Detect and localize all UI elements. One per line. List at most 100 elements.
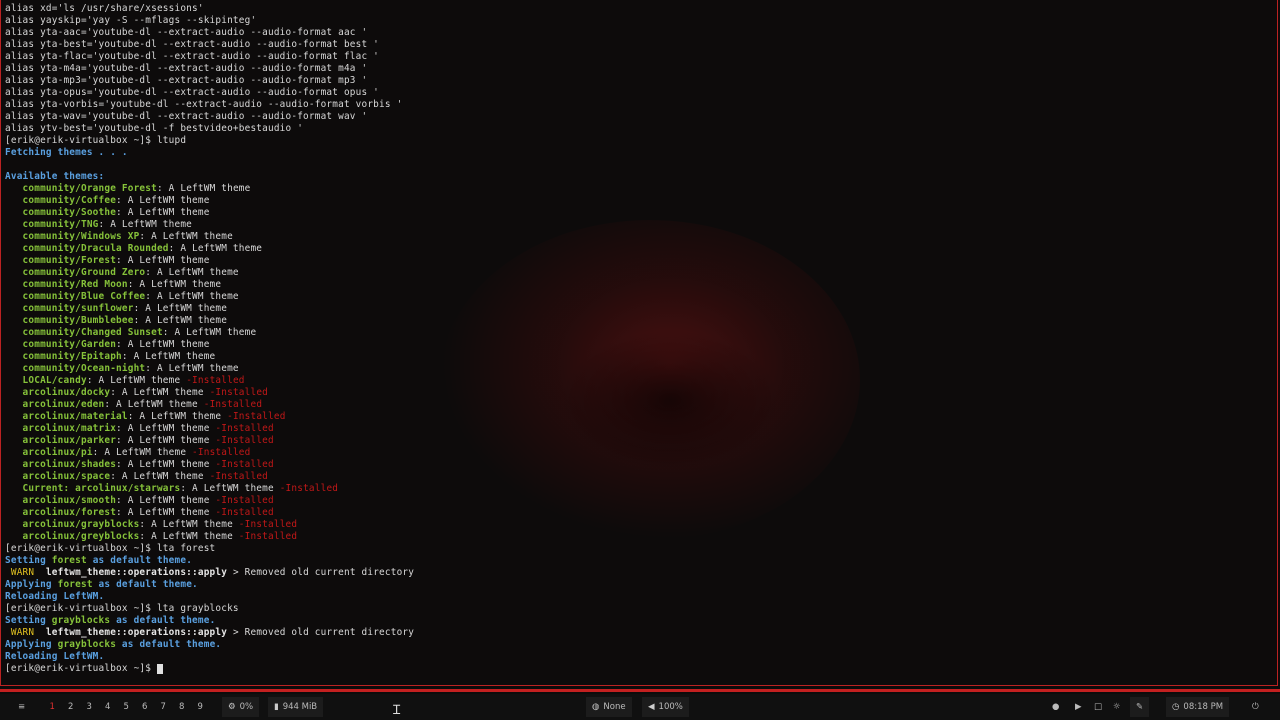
settings-icon[interactable]: ☼ (1113, 694, 1121, 720)
terminal-text: community/Forest (5, 255, 117, 266)
terminal-text: : A LeftWM theme (92, 447, 193, 458)
terminal-text: : A LeftWM theme (116, 423, 216, 434)
cpu-value: 0% (239, 702, 254, 712)
terminal-line: arcolinux/material: A LeftWM theme -Inst… (5, 411, 414, 423)
workspace-6[interactable]: 6 (136, 694, 155, 720)
terminal-text: : A LeftWM theme (162, 327, 257, 338)
terminal-text: community/Blue Coffee (5, 291, 146, 302)
workspace-list: 123456789 (43, 694, 210, 720)
terminal-line: alias yta-m4a='youtube-dl --extract-audi… (5, 63, 414, 75)
workspace-9[interactable]: 9 (191, 694, 210, 720)
terminal-line: community/Dracula Rounded: A LeftWM them… (5, 243, 414, 255)
terminal-line: alias yta-best='youtube-dl --extract-aud… (5, 39, 414, 51)
clock-widget[interactable]: ◷ 08:18 PM (1166, 697, 1230, 717)
terminal-line: community/TNG: A LeftWM theme (5, 219, 414, 231)
terminal-text: alias xd='ls /usr/share/xsessions' (5, 3, 204, 14)
terminal-line: [erik@erik-virtualbox ~]$ lta grayblocks (5, 603, 414, 615)
terminal-text: alias yta-aac='youtube-dl --extract-audi… (5, 27, 368, 38)
terminal-line: community/Ground Zero: A LeftWM theme (5, 267, 414, 279)
terminal-text: : A LeftWM theme (116, 507, 216, 518)
cpu-widget[interactable]: ⚙ 0% (222, 697, 260, 717)
terminal-text: -Installed (215, 507, 274, 518)
play-icon[interactable]: ▶ (1075, 694, 1082, 720)
terminal-text: forest (51, 555, 87, 566)
terminal-text: community/Windows XP (5, 231, 140, 242)
menu-icon[interactable]: ≡ (18, 694, 25, 720)
terminal-text: arcolinux/matrix (5, 423, 117, 434)
network-value: None (603, 702, 626, 712)
terminal-line: community/Coffee: A LeftWM theme (5, 195, 414, 207)
terminal-text: alias yta-best='youtube-dl --extract-aud… (5, 39, 380, 50)
terminal-line: [erik@erik-virtualbox ~]$ (5, 663, 414, 675)
terminal-text: Applying (5, 639, 58, 650)
terminal-line: LOCAL/candy: A LeftWM theme -Installed (5, 375, 414, 387)
terminal-line: community/Forest: A LeftWM theme (5, 255, 414, 267)
terminal-text: alias yta-mp3='youtube-dl --extract-audi… (5, 75, 368, 86)
terminal-text: [erik@erik-virtualbox ~]$ lta grayblocks (5, 603, 239, 614)
workspace-3[interactable]: 3 (80, 694, 99, 720)
terminal-text: community/Dracula Rounded (5, 243, 169, 254)
terminal-line: community/Epitaph: A LeftWM theme (5, 351, 414, 363)
terminal-text: alias yta-wav='youtube-dl --extract-audi… (5, 111, 368, 122)
terminal-text: : A LeftWM theme (116, 195, 210, 206)
terminal-text: community/ (5, 183, 81, 194)
bar-accent-line (0, 689, 1280, 692)
terminal-text: as default theme. (116, 639, 222, 650)
memory-value: 944 MiB (282, 702, 318, 712)
terminal-text: -Installed (215, 435, 274, 446)
terminal-line: arcolinux/pi: A LeftWM theme -Installed (5, 447, 414, 459)
terminal-line: community/Ocean-night: A LeftWM theme (5, 363, 414, 375)
terminal-text: Reloading LeftWM. (5, 591, 105, 602)
terminal-text: community/Soothe (5, 207, 117, 218)
terminal-text: : A LeftWM theme (116, 255, 210, 266)
workspace-1[interactable]: 1 (43, 694, 62, 720)
workspace-2[interactable]: 2 (62, 694, 81, 720)
terminal-line: arcolinux/grayblocks: A LeftWM theme -In… (5, 519, 414, 531)
workspace-7[interactable]: 7 (154, 694, 173, 720)
terminal-text: : A LeftWM theme (116, 459, 216, 470)
terminal-line: alias yta-vorbis='youtube-dl --extract-a… (5, 99, 414, 111)
terminal-text: alias yayskip='yay -S --mflags --skipint… (5, 15, 257, 26)
terminal-text: Current: arcolinux/starwars (5, 483, 181, 494)
terminal-window[interactable]: alias xd='ls /usr/share/xsessions' alias … (0, 0, 1278, 686)
terminal-line: alias ytv-best='youtube-dl -f bestvideo+… (5, 123, 414, 135)
workspace-8[interactable]: 8 (173, 694, 192, 720)
terminal-text: -Installed (203, 399, 263, 410)
terminal-text: community/Coffee (5, 195, 117, 206)
terminal-text: : A LeftWM theme (116, 435, 216, 446)
terminal-text: : A LeftWM theme (127, 279, 222, 290)
terminal-line: Reloading LeftWM. (5, 651, 414, 663)
terminal-text: -Installed (279, 483, 339, 494)
terminal-text: : A LeftWM theme (145, 291, 239, 302)
terminal-text: : A LeftWM theme (145, 267, 239, 278)
status-bar: ≡ 123456789 ⚙ 0% ▮ 944 MiB ◍ None ◀ 100% ● ▶… (0, 694, 1280, 720)
terminal-line: community/Garden: A LeftWM theme (5, 339, 414, 351)
volume-widget[interactable]: ◀ 100% (642, 697, 689, 717)
pen-icon[interactable]: ✎ (1130, 697, 1150, 717)
terminal-text: : A LeftWM theme (139, 519, 239, 530)
power-icon[interactable]: ⏻ (1252, 694, 1259, 720)
terminal-text: : A LeftWM theme (110, 387, 210, 398)
memory-widget[interactable]: ▮ 944 MiB (268, 697, 324, 717)
network-widget[interactable]: ◍ None (586, 697, 632, 717)
workspace-4[interactable]: 4 (99, 694, 118, 720)
terminal-cursor (156, 663, 163, 674)
terminal-text: community/Ocean-night (5, 363, 146, 374)
record-icon[interactable]: ● (1052, 694, 1059, 720)
workspace-5[interactable]: 5 (117, 694, 136, 720)
terminal-text: [erik@erik-virtualbox ~]$ (5, 663, 157, 674)
terminal-text: arcolinux/docky (5, 387, 111, 398)
terminal-text: community/Garden (5, 339, 117, 350)
terminal-line: community/Changed Sunset: A LeftWM theme (5, 327, 414, 339)
terminal-text: alias yta-flac='youtube-dl --extract-aud… (5, 51, 380, 62)
terminal-text: arcolinux/grayblocks (5, 519, 140, 530)
terminal-text: grayblocks (51, 615, 111, 626)
terminal-text: -Installed (227, 411, 286, 422)
terminal-text: -Installed (215, 495, 274, 506)
clock-value: 08:18 PM (1183, 702, 1224, 712)
terminal-text: Available themes: (5, 171, 105, 182)
terminal-line: arcolinux/forest: A LeftWM theme -Instal… (5, 507, 414, 519)
window-icon[interactable]: □ (1094, 694, 1102, 720)
terminal-line: arcolinux/smooth: A LeftWM theme -Instal… (5, 495, 414, 507)
terminal-line: arcolinux/matrix: A LeftWM theme -Instal… (5, 423, 414, 435)
